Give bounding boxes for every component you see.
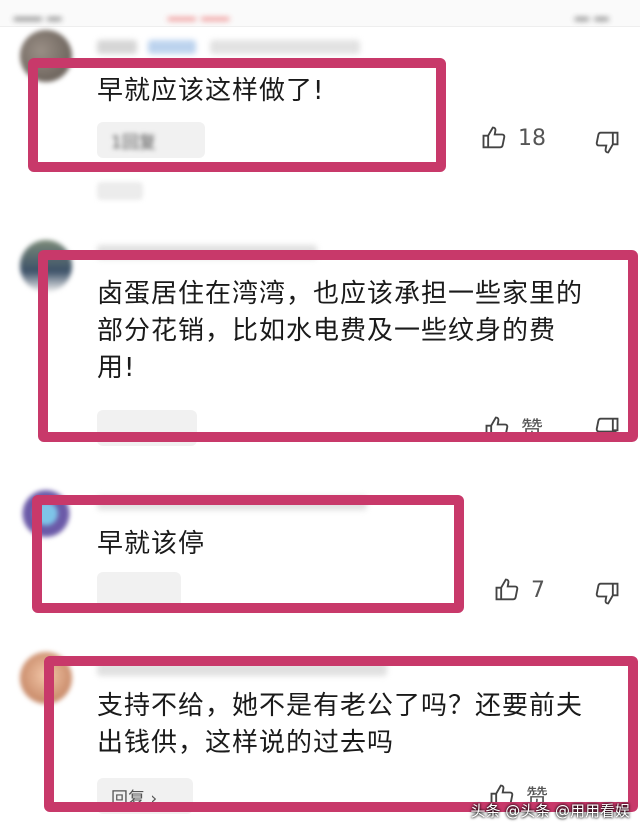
tab-right[interactable]: ▁ ▁	[575, 0, 608, 21]
comment-text: 支持不给，她不是有老公了吗？还要前夫 出钱供，这样说的过去吗	[97, 688, 583, 762]
reply-button[interactable]	[97, 572, 181, 608]
comment-text-line: 部分花销，比如水电费及一些纹身的费	[97, 316, 557, 346]
like-count: 7	[531, 577, 545, 603]
tab-active[interactable]: ▁▁ ▁▁	[168, 0, 229, 21]
like-button[interactable]: 赞	[483, 412, 543, 444]
user-badge	[148, 40, 196, 54]
avatar[interactable]	[20, 240, 72, 292]
username[interactable]	[97, 662, 387, 676]
username[interactable]	[97, 496, 367, 510]
comment-text-line: 卤蛋居住在湾湾，也应该承担一些家里的	[97, 279, 584, 309]
avatar[interactable]	[20, 652, 72, 704]
avatar[interactable]	[20, 30, 72, 82]
comment-text: 早就应该这样做了!	[97, 76, 325, 106]
top-tabs-strip: ▁▁ ▁ ▁▁ ▁▁ ▁ ▁	[0, 0, 640, 27]
like-button[interactable]: 7	[493, 576, 545, 604]
reply-button[interactable]: 1回复	[97, 122, 205, 158]
reply-button[interactable]: 回复 ›	[97, 778, 193, 814]
like-button[interactable]: 18	[480, 124, 546, 152]
avatar[interactable]	[20, 485, 72, 537]
thumb-down-icon[interactable]	[593, 579, 621, 607]
reply-button[interactable]	[97, 410, 197, 446]
thumb-up-icon	[485, 416, 509, 439]
reply-count-blur	[97, 182, 143, 200]
username[interactable]	[97, 245, 317, 259]
like-count: 18	[518, 125, 546, 151]
thumb-up-icon	[495, 578, 519, 601]
comment-text-line: 支持不给，她不是有老公了吗？还要前夫	[97, 691, 584, 721]
watermark: 头条 @头条 @用用看娱	[470, 802, 630, 820]
comment-time	[210, 40, 360, 54]
thumb-down-icon[interactable]	[593, 414, 621, 442]
comment-text: 早就该停	[97, 529, 206, 559]
thumb-down-icon[interactable]	[593, 128, 621, 156]
username[interactable]	[97, 40, 137, 54]
comment-text-line: 出钱供，这样说的过去吗	[97, 728, 395, 758]
tab-left[interactable]: ▁▁ ▁	[14, 0, 61, 21]
thumb-up-icon	[482, 126, 506, 149]
comment-text: 卤蛋居住在湾湾，也应该承担一些家里的 部分花销，比如水电费及一些纹身的费 用!	[97, 276, 583, 387]
comment-text-line: 用!	[97, 353, 136, 383]
like-label: 赞	[521, 418, 544, 443]
